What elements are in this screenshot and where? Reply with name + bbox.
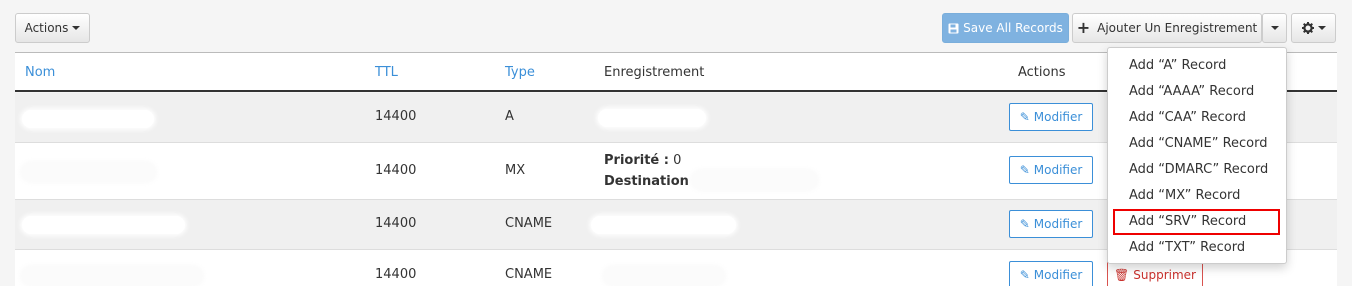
- type-cell: A: [505, 109, 514, 124]
- save-icon: [948, 23, 959, 33]
- priority-value: 0: [673, 153, 682, 168]
- gear-icon: [1301, 22, 1314, 34]
- ttl-cell: 14400: [375, 267, 417, 282]
- mx-destination: Destination :: [604, 171, 699, 192]
- menu-item-add-aaaa[interactable]: Add “AAAA” Record: [1108, 79, 1286, 105]
- add-record-menu: Add “A” Record Add “AAAA” Record Add “CA…: [1107, 47, 1287, 264]
- column-header-actions: Actions: [1018, 65, 1066, 80]
- edit-button-label: Modifier: [1033, 217, 1083, 231]
- column-header-name[interactable]: Nom: [25, 65, 55, 80]
- edit-button-label: Modifier: [1033, 163, 1083, 177]
- type-cell: CNAME: [505, 216, 553, 231]
- menu-item-add-srv[interactable]: Add “SRV” Record: [1113, 209, 1280, 235]
- pencil-icon: ✎: [1019, 268, 1030, 282]
- edit-button[interactable]: ✎ Modifier: [1009, 156, 1093, 184]
- column-header-type[interactable]: Type: [505, 65, 535, 80]
- ttl-cell: 14400: [375, 109, 417, 124]
- redacted-name: [22, 216, 185, 234]
- menu-item-add-a[interactable]: Add “A” Record: [1108, 53, 1286, 79]
- caret-down-icon: [1270, 26, 1279, 30]
- save-all-records-button[interactable]: Save All Records: [942, 13, 1069, 43]
- redacted-destination: [692, 171, 817, 189]
- edit-button-label: Modifier: [1033, 110, 1083, 124]
- ttl-cell: 14400: [375, 163, 417, 178]
- save-all-records-label: Save All Records: [963, 21, 1063, 35]
- mx-priority: Priorité : 0: [604, 150, 681, 171]
- edit-button[interactable]: ✎ Modifier: [1009, 103, 1093, 131]
- column-header-record: Enregistrement: [604, 65, 705, 80]
- add-record-dropdown-toggle[interactable]: [1262, 13, 1287, 43]
- menu-item-add-caa[interactable]: Add “CAA” Record: [1108, 105, 1286, 131]
- redacted-name: [22, 110, 154, 128]
- menu-item-add-cname[interactable]: Add “CNAME” Record: [1108, 131, 1286, 157]
- delete-button[interactable]: 🗑 Supprimer: [1107, 261, 1203, 286]
- redacted-record: [598, 109, 706, 127]
- redacted-record: [604, 267, 724, 285]
- pencil-icon: ✎: [1019, 163, 1030, 177]
- delete-button-label: Supprimer: [1133, 268, 1196, 282]
- edit-button-label: Modifier: [1033, 268, 1083, 282]
- priority-label: Priorité :: [604, 153, 669, 168]
- menu-item-add-mx[interactable]: Add “MX” Record: [1108, 183, 1286, 209]
- column-header-ttl[interactable]: TTL: [375, 65, 398, 80]
- edit-button[interactable]: ✎ Modifier: [1009, 210, 1093, 238]
- redacted-name: [22, 163, 155, 181]
- settings-button[interactable]: [1291, 13, 1336, 43]
- destination-label: Destination :: [604, 174, 699, 189]
- menu-item-add-dmarc[interactable]: Add “DMARC” Record: [1108, 157, 1286, 183]
- edit-button[interactable]: ✎ Modifier: [1009, 261, 1093, 286]
- menu-item-add-txt[interactable]: Add “TXT” Record: [1108, 235, 1286, 261]
- plus-icon: +: [1076, 18, 1091, 37]
- caret-down-icon: [1317, 26, 1326, 30]
- caret-down-icon: [72, 26, 81, 30]
- redacted-record: [591, 216, 736, 234]
- pencil-icon: ✎: [1019, 217, 1030, 231]
- redacted-name: [22, 267, 202, 285]
- actions-button-label: Actions: [24, 21, 69, 35]
- pencil-icon: ✎: [1019, 110, 1030, 124]
- add-record-button[interactable]: + Ajouter Un Enregistrement: [1072, 13, 1262, 43]
- add-record-label: Ajouter Un Enregistrement: [1097, 21, 1258, 35]
- trash-icon: 🗑: [1114, 268, 1130, 282]
- type-cell: CNAME: [505, 267, 553, 282]
- ttl-cell: 14400: [375, 216, 417, 231]
- actions-button[interactable]: Actions: [15, 13, 90, 43]
- type-cell: MX: [505, 163, 526, 178]
